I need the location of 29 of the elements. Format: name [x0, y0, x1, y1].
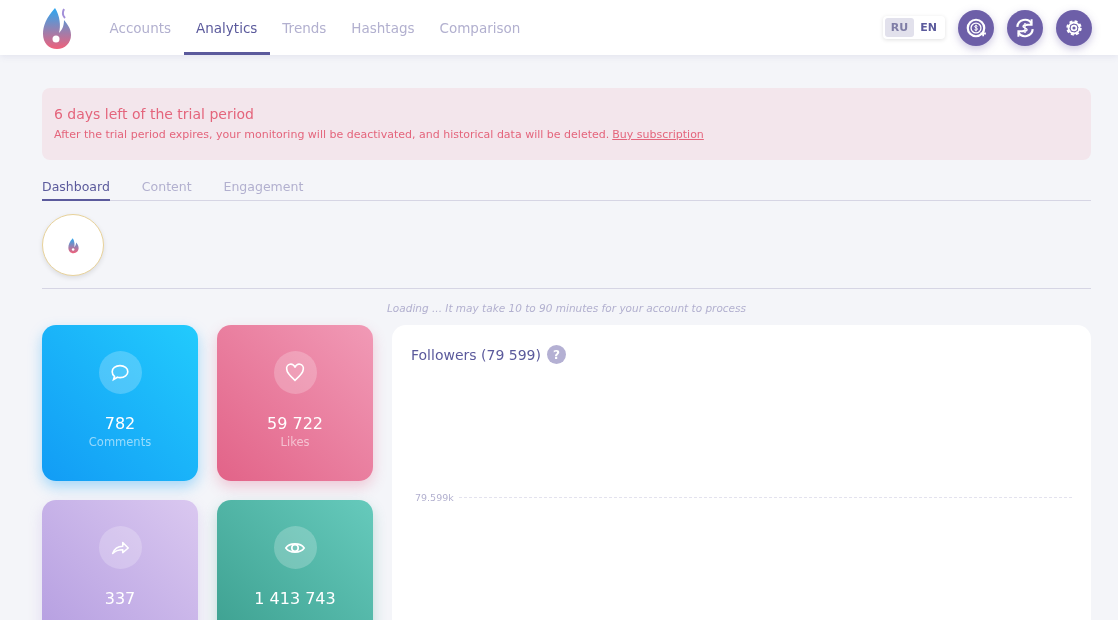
tab[interactable]: Dashboard [42, 177, 110, 201]
settings-button[interactable] [1056, 9, 1092, 46]
nav-link[interactable]: Accounts [97, 0, 184, 55]
loading-note: Loading ... It may take 10 to 90 minutes for your account to process [386, 302, 747, 314]
banner-message: After the trial period expires, your monitoring will be deactivated, and historical data will be deleted. [54, 128, 610, 141]
heart-icon [284, 361, 306, 384]
stat-value: 337 [104, 589, 136, 608]
chart-title: Followers (79 599) [411, 346, 541, 363]
help-icon[interactable]: ? [546, 345, 566, 364]
banner-title: 6 days left of the trial period [54, 106, 255, 122]
axis-tick-label: 79.599k [415, 492, 454, 503]
flame-icon [67, 236, 79, 254]
stat-value: 782 [104, 414, 136, 433]
stat-label: Comments [88, 435, 152, 449]
nav-link[interactable]: Hashtags [338, 0, 428, 55]
stat-value: 59 722 [267, 414, 323, 433]
language-option[interactable]: RU [884, 18, 915, 37]
stat-label: Likes [280, 435, 310, 449]
tab[interactable]: Engagement [223, 177, 304, 201]
coin-button[interactable] [958, 9, 994, 46]
subscription-link[interactable]: Buy subscription [612, 128, 704, 141]
currency-exchange-icon [1014, 16, 1036, 39]
nav-link[interactable]: Analytics [183, 0, 270, 55]
nav-link[interactable]: Trends [269, 0, 339, 55]
nav-link[interactable]: Comparison [427, 0, 533, 55]
stat-value: 1 413 743 [254, 589, 336, 608]
coin-icon [965, 16, 987, 39]
tab[interactable]: Content [141, 177, 192, 201]
exchange-button[interactable] [1007, 9, 1043, 46]
